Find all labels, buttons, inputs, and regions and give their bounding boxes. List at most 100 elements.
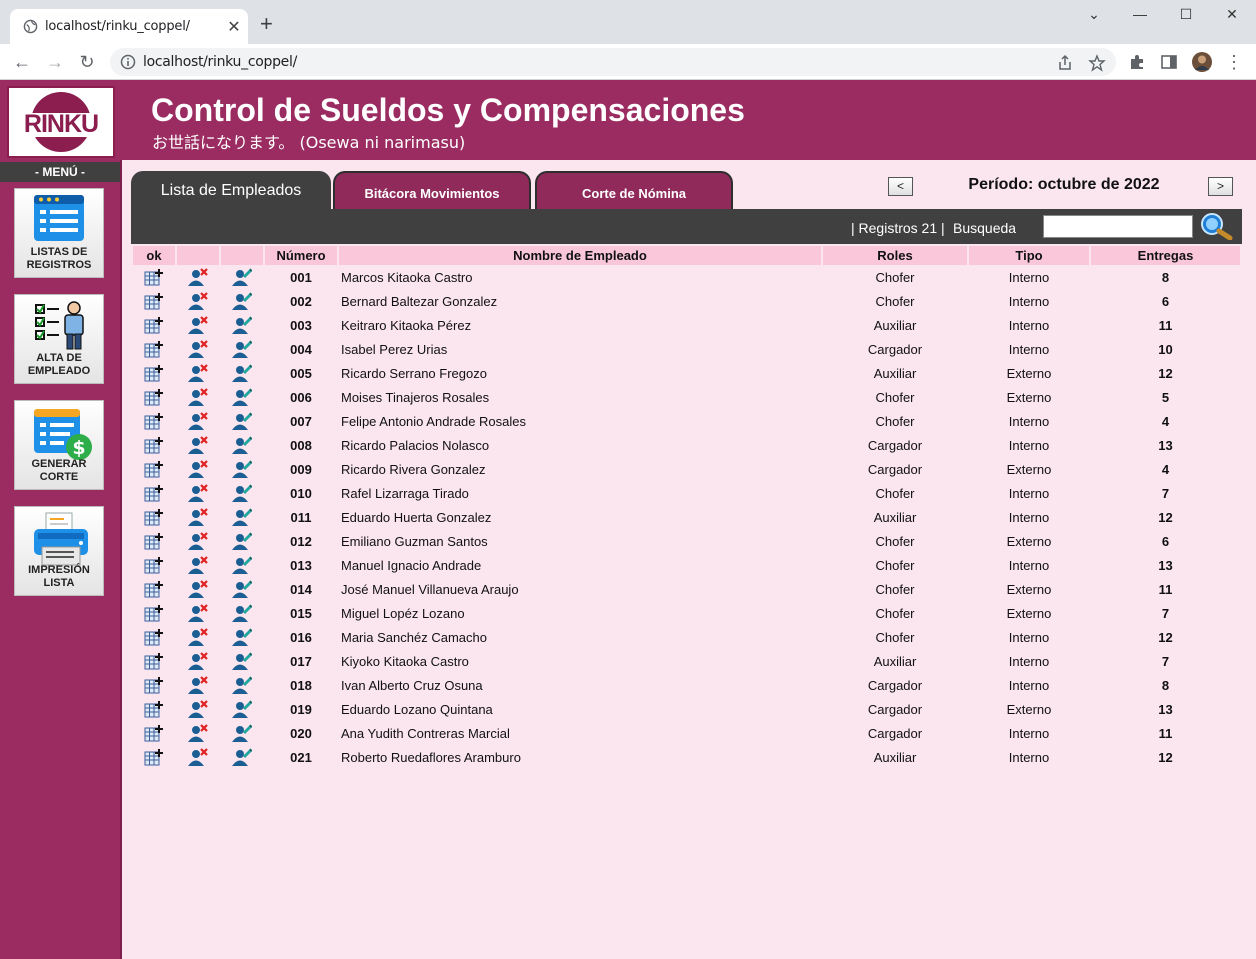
edit-user-icon[interactable] <box>232 652 252 670</box>
ok-cell[interactable] <box>133 505 175 529</box>
edit-user-icon[interactable] <box>232 532 252 550</box>
ok-cell[interactable] <box>133 745 175 769</box>
delete-cell[interactable] <box>177 265 219 289</box>
profile-avatar-icon[interactable] <box>1191 51 1213 73</box>
edit-user-icon[interactable] <box>232 364 252 382</box>
share-icon[interactable] <box>1056 54 1074 72</box>
edit-cell[interactable] <box>221 361 263 385</box>
add-entry-icon[interactable] <box>144 532 164 550</box>
delete-user-icon[interactable] <box>188 676 208 694</box>
ok-cell[interactable] <box>133 385 175 409</box>
edit-user-icon[interactable] <box>232 436 252 454</box>
tab-bitacora-movimientos[interactable]: Bitácora Movimientos <box>333 171 531 209</box>
ok-cell[interactable] <box>133 577 175 601</box>
delete-user-icon[interactable] <box>188 292 208 310</box>
edit-cell[interactable] <box>221 289 263 313</box>
sidebar-item-impresion[interactable]: IMPRESIÓN LISTA <box>14 506 104 596</box>
delete-user-icon[interactable] <box>188 652 208 670</box>
delete-user-icon[interactable] <box>188 340 208 358</box>
extensions-icon[interactable] <box>1128 53 1146 71</box>
delete-user-icon[interactable] <box>188 436 208 454</box>
ok-cell[interactable] <box>133 289 175 313</box>
delete-cell[interactable] <box>177 697 219 721</box>
ok-cell[interactable] <box>133 361 175 385</box>
delete-user-icon[interactable] <box>188 532 208 550</box>
edit-user-icon[interactable] <box>232 604 252 622</box>
edit-user-icon[interactable] <box>232 508 252 526</box>
ok-cell[interactable] <box>133 313 175 337</box>
edit-cell[interactable] <box>221 625 263 649</box>
delete-cell[interactable] <box>177 361 219 385</box>
browser-tab[interactable]: localhost/rinku_coppel/ ✕ <box>10 9 248 44</box>
ok-cell[interactable] <box>133 529 175 553</box>
add-entry-icon[interactable] <box>144 676 164 694</box>
add-entry-icon[interactable] <box>144 556 164 574</box>
browser-menu-icon[interactable]: ⋮ <box>1224 52 1244 72</box>
edit-cell[interactable] <box>221 265 263 289</box>
edit-user-icon[interactable] <box>232 580 252 598</box>
edit-user-icon[interactable] <box>232 676 252 694</box>
edit-cell[interactable] <box>221 697 263 721</box>
edit-user-icon[interactable] <box>232 460 252 478</box>
edit-user-icon[interactable] <box>232 700 252 718</box>
delete-user-icon[interactable] <box>188 388 208 406</box>
period-prev-button[interactable]: < <box>888 177 913 196</box>
sidebar-item-generar-corte[interactable]: $ GENERAR CORTE <box>14 400 104 490</box>
ok-cell[interactable] <box>133 409 175 433</box>
delete-cell[interactable] <box>177 673 219 697</box>
bookmark-star-icon[interactable] <box>1088 54 1106 72</box>
delete-cell[interactable] <box>177 313 219 337</box>
reload-icon[interactable]: ↻ <box>77 52 97 72</box>
forward-icon[interactable]: → <box>45 52 65 72</box>
ok-cell[interactable] <box>133 625 175 649</box>
delete-cell[interactable] <box>177 433 219 457</box>
minimize-icon[interactable]: — <box>1128 6 1152 26</box>
delete-cell[interactable] <box>177 529 219 553</box>
edit-cell[interactable] <box>221 457 263 481</box>
add-entry-icon[interactable] <box>144 316 164 334</box>
delete-user-icon[interactable] <box>188 508 208 526</box>
delete-cell[interactable] <box>177 625 219 649</box>
edit-user-icon[interactable] <box>232 388 252 406</box>
new-tab-icon[interactable]: + <box>260 13 273 35</box>
add-entry-icon[interactable] <box>144 436 164 454</box>
add-entry-icon[interactable] <box>144 292 164 310</box>
add-entry-icon[interactable] <box>144 700 164 718</box>
edit-user-icon[interactable] <box>232 292 252 310</box>
delete-user-icon[interactable] <box>188 628 208 646</box>
edit-cell[interactable] <box>221 433 263 457</box>
add-entry-icon[interactable] <box>144 628 164 646</box>
delete-user-icon[interactable] <box>188 412 208 430</box>
add-entry-icon[interactable] <box>144 748 164 766</box>
delete-user-icon[interactable] <box>188 748 208 766</box>
delete-user-icon[interactable] <box>188 556 208 574</box>
add-entry-icon[interactable] <box>144 388 164 406</box>
edit-cell[interactable] <box>221 313 263 337</box>
edit-cell[interactable] <box>221 721 263 745</box>
edit-cell[interactable] <box>221 481 263 505</box>
edit-cell[interactable] <box>221 529 263 553</box>
edit-user-icon[interactable] <box>232 412 252 430</box>
add-entry-icon[interactable] <box>144 484 164 502</box>
edit-cell[interactable] <box>221 649 263 673</box>
edit-user-icon[interactable] <box>232 724 252 742</box>
delete-user-icon[interactable] <box>188 580 208 598</box>
chevron-down-icon[interactable]: ⌄ <box>1082 6 1106 26</box>
delete-cell[interactable] <box>177 289 219 313</box>
delete-cell[interactable] <box>177 601 219 625</box>
delete-user-icon[interactable] <box>188 724 208 742</box>
ok-cell[interactable] <box>133 649 175 673</box>
search-input[interactable] <box>1043 215 1193 238</box>
add-entry-icon[interactable] <box>144 460 164 478</box>
ok-cell[interactable] <box>133 697 175 721</box>
add-entry-icon[interactable] <box>144 412 164 430</box>
add-entry-icon[interactable] <box>144 268 164 286</box>
delete-cell[interactable] <box>177 481 219 505</box>
address-bar[interactable]: localhost/rinku_coppel/ <box>110 48 1116 76</box>
delete-cell[interactable] <box>177 745 219 769</box>
delete-cell[interactable] <box>177 457 219 481</box>
site-info-icon[interactable] <box>120 54 136 70</box>
edit-cell[interactable] <box>221 337 263 361</box>
close-tab-icon[interactable]: ✕ <box>225 17 243 37</box>
period-next-button[interactable]: > <box>1208 177 1233 196</box>
